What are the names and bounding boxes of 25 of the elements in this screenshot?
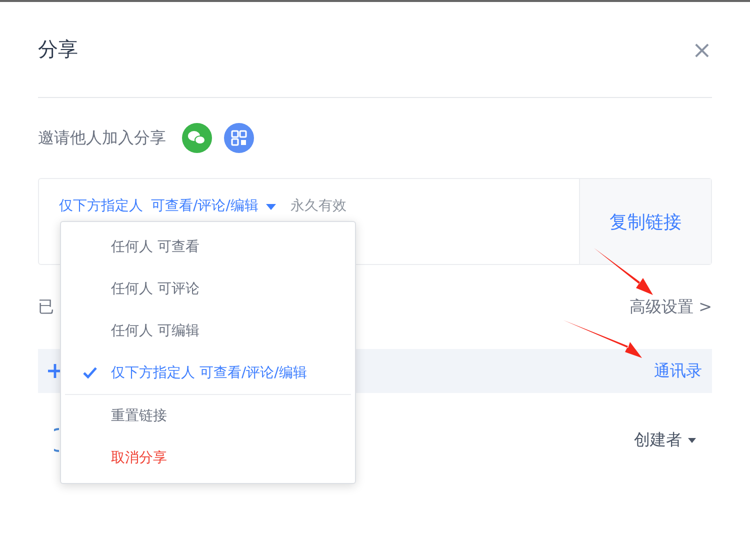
chat-icon[interactable] [182,123,212,153]
caret-icon[interactable] [266,204,276,210]
menu-item[interactable]: 重置链接 [65,394,351,437]
avatar-icon [54,428,60,452]
advanced-settings-link[interactable]: 高级设置 > [630,296,712,318]
dialog-title: 分享 [38,36,78,63]
link-validity: 永久有效 [290,197,346,215]
qr-code-icon[interactable] [224,123,254,153]
menu-item[interactable]: 取消分享 [61,437,355,479]
annotation-arrow [594,248,653,295]
close-button[interactable]: × [692,36,712,64]
link-permission[interactable]: 可查看/评论/编辑 [151,197,258,215]
contacts-link[interactable]: 通讯录 [654,360,702,382]
members-heading: 已 [38,296,54,318]
menu-item[interactable]: 仅下方指定人 可查看/评论/编辑 [61,352,355,394]
role-dropdown[interactable]: 创建者 [634,430,696,450]
invite-label: 邀请他人加入分享 [38,128,166,148]
link-scope[interactable]: 仅下方指定人 [59,197,143,215]
check-icon [83,367,97,379]
menu-item[interactable]: 任何人 可评论 [61,268,355,310]
caret-icon [688,438,696,442]
copy-link-button[interactable]: 复制链接 [579,179,711,264]
menu-item[interactable]: 任何人 可编辑 [61,310,355,352]
menu-item[interactable]: 任何人 可查看 [61,226,355,268]
plus-icon[interactable] [48,364,62,378]
